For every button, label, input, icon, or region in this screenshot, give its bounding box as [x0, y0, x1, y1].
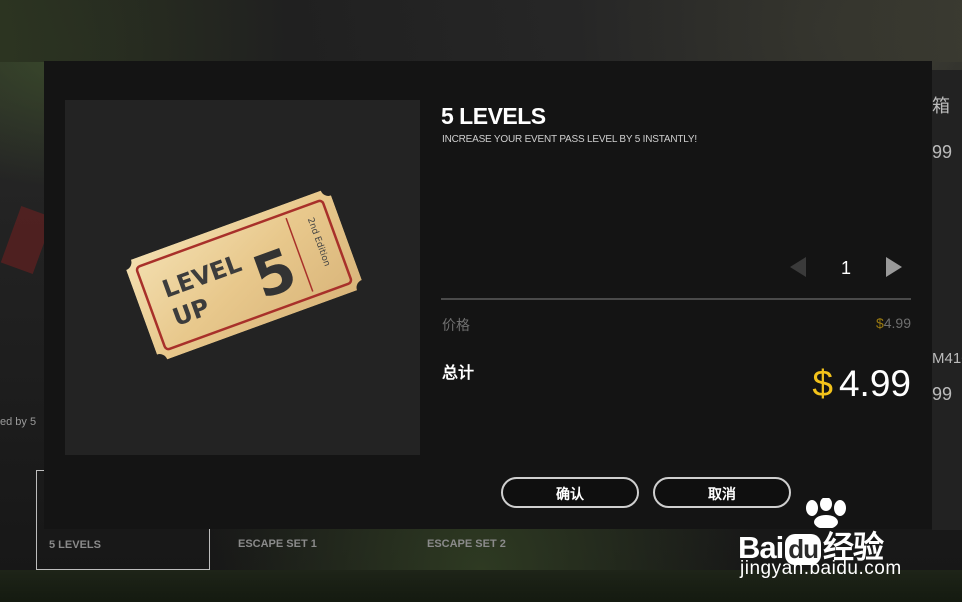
quantity-stepper: 1: [790, 255, 902, 281]
confirm-button[interactable]: 确认: [501, 477, 639, 508]
total-price-value: 4.99: [838, 363, 911, 404]
total-price: $4.99: [812, 363, 911, 405]
product-description: INCREASE YOUR EVENT PASS LEVEL BY 5 INST…: [442, 134, 697, 145]
background-product-card[interactable]: [932, 70, 962, 530]
increase-quantity-arrow-icon[interactable]: [886, 257, 902, 277]
store-tile-label: ESCAPE SET 1: [238, 538, 317, 550]
quantity-value: 1: [840, 258, 851, 278]
background-card-text: ed by 5: [0, 416, 37, 428]
product-preview: LEVEL UP 5 2nd Edition: [65, 100, 420, 455]
background-card-title: M416: [932, 350, 962, 367]
decrease-quantity-arrow-icon[interactable]: [790, 257, 806, 277]
purchase-dialog: LEVEL UP 5 2nd Edition 5 LEVELS INCREASE…: [44, 61, 932, 529]
level-up-ticket-image: LEVEL UP 5 2nd Edition: [123, 188, 364, 362]
store-tile-label: 5 LEVELS: [49, 539, 101, 551]
currency-symbol: $: [812, 363, 833, 404]
price-label: 价格: [442, 317, 470, 333]
currency-symbol: $: [875, 315, 884, 331]
unit-price: $4.99: [876, 315, 911, 331]
background-card-price: 99: [932, 142, 953, 162]
total-label: 总计: [442, 365, 475, 382]
product-title: 5 LEVELS: [441, 103, 546, 129]
divider: [441, 298, 911, 300]
background-banner: [0, 0, 962, 62]
unit-price-value: 4.99: [883, 315, 911, 331]
background-card-title: 箱: [932, 96, 950, 116]
baidu-jingyan-watermark: Bai du 经验 jingyan.baidu.com: [738, 498, 962, 602]
store-tile-label: ESCAPE SET 2: [427, 538, 506, 550]
background-card-price: 99: [932, 384, 953, 404]
watermark-url: jingyan.baidu.com: [740, 558, 902, 579]
